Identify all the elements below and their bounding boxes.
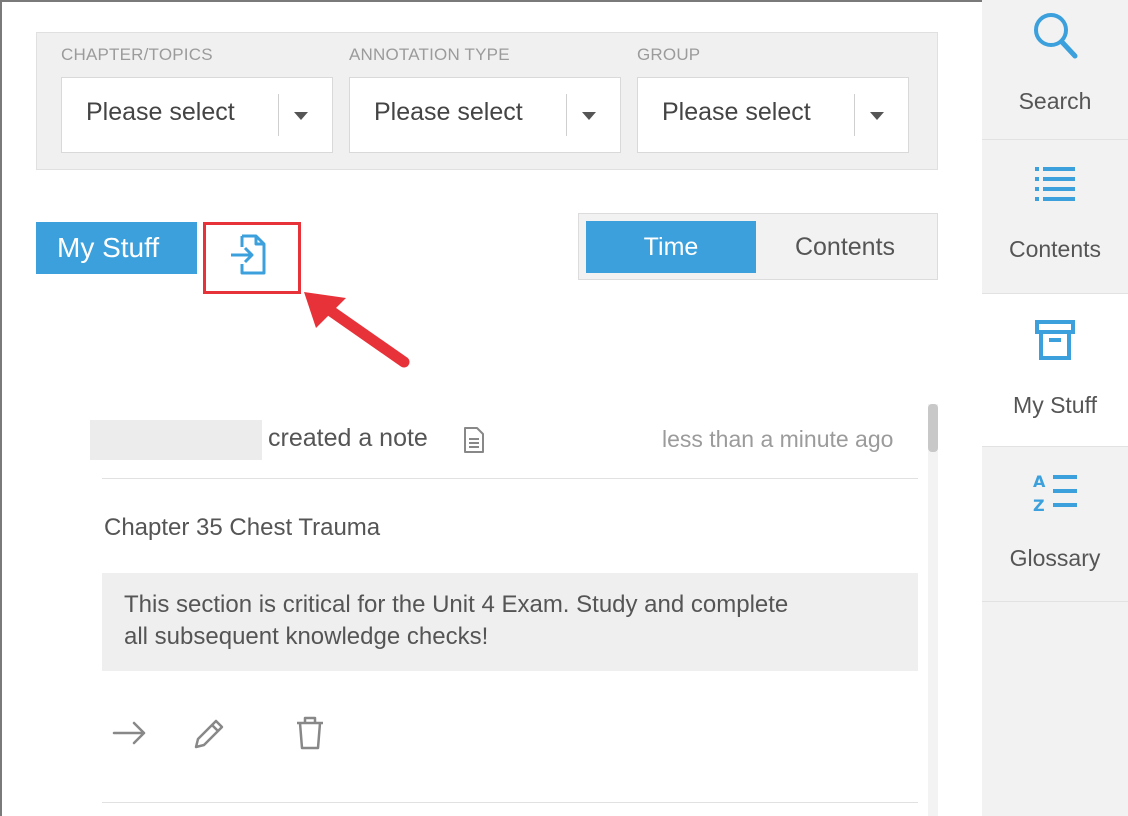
sidebar: Search Contents My Stuff A Z Glossary <box>982 0 1128 816</box>
scrollbar-thumb[interactable] <box>928 404 938 452</box>
scrollbar-track[interactable] <box>928 404 938 816</box>
export-icon[interactable] <box>228 233 268 277</box>
arrow-right-icon[interactable] <box>110 713 150 753</box>
select-divider <box>566 94 567 136</box>
select-value: Please select <box>662 98 811 126</box>
note-body: This section is critical for the Unit 4 … <box>102 573 918 671</box>
sidebar-item-label: My Stuff <box>1013 392 1097 418</box>
list-icon <box>1035 167 1075 201</box>
svg-text:A: A <box>1033 472 1046 491</box>
divider <box>102 802 918 803</box>
select-divider <box>854 94 855 136</box>
sidebar-item-label: Search <box>1018 88 1092 114</box>
my-stuff-button[interactable]: My Stuff <box>36 222 197 274</box>
select-divider <box>278 94 279 136</box>
sidebar-item-search[interactable]: Search <box>982 0 1128 140</box>
export-highlight-box <box>203 222 301 294</box>
select-value: Please select <box>86 98 235 126</box>
author-name-redacted <box>90 420 262 460</box>
trash-icon[interactable] <box>290 713 330 753</box>
pencil-icon[interactable] <box>188 713 228 753</box>
sidebar-item-glossary[interactable]: A Z Glossary <box>982 447 1128 602</box>
note-document-icon <box>464 427 484 453</box>
chevron-down-icon[interactable] <box>582 112 596 120</box>
archive-box-icon <box>1035 320 1075 360</box>
annotation-type-select[interactable]: Please select <box>349 77 621 153</box>
filter-label: GROUP <box>637 45 701 64</box>
chevron-down-icon[interactable] <box>870 112 884 120</box>
group-select[interactable]: Please select <box>637 77 909 153</box>
sidebar-item-label: Contents <box>1008 236 1102 262</box>
sort-az-icon: A Z <box>1033 472 1077 515</box>
note-action-text: created a note <box>268 424 428 452</box>
chapter-topics-select[interactable]: Please select <box>61 77 333 153</box>
sidebar-item-my-stuff[interactable]: My Stuff <box>982 294 1128 447</box>
filter-label: ANNOTATION TYPE <box>349 45 510 64</box>
note-body-line: all subsequent knowledge checks! <box>124 623 489 650</box>
note-chapter[interactable]: Chapter 35 Chest Trauma <box>104 514 380 542</box>
divider <box>102 478 918 479</box>
toggle-contents[interactable]: Contents <box>759 221 931 273</box>
search-icon <box>1034 13 1078 59</box>
filter-bar: CHAPTER/TOPICS Please select ANNOTATION … <box>36 32 938 170</box>
filter-label: CHAPTER/TOPICS <box>61 45 213 64</box>
sidebar-item-label: Glossary <box>1009 545 1101 571</box>
toggle-time[interactable]: Time <box>586 221 756 273</box>
chevron-down-icon[interactable] <box>294 112 308 120</box>
sidebar-item-contents[interactable]: Contents <box>982 140 1128 294</box>
note-body-line: This section is critical for the Unit 4 … <box>124 591 789 618</box>
sort-toggle: Time Contents <box>578 213 938 280</box>
annotation-arrow-icon <box>304 292 410 368</box>
select-value: Please select <box>374 98 523 126</box>
note-timestamp: less than a minute ago <box>662 426 894 452</box>
svg-text:Z: Z <box>1033 496 1045 515</box>
